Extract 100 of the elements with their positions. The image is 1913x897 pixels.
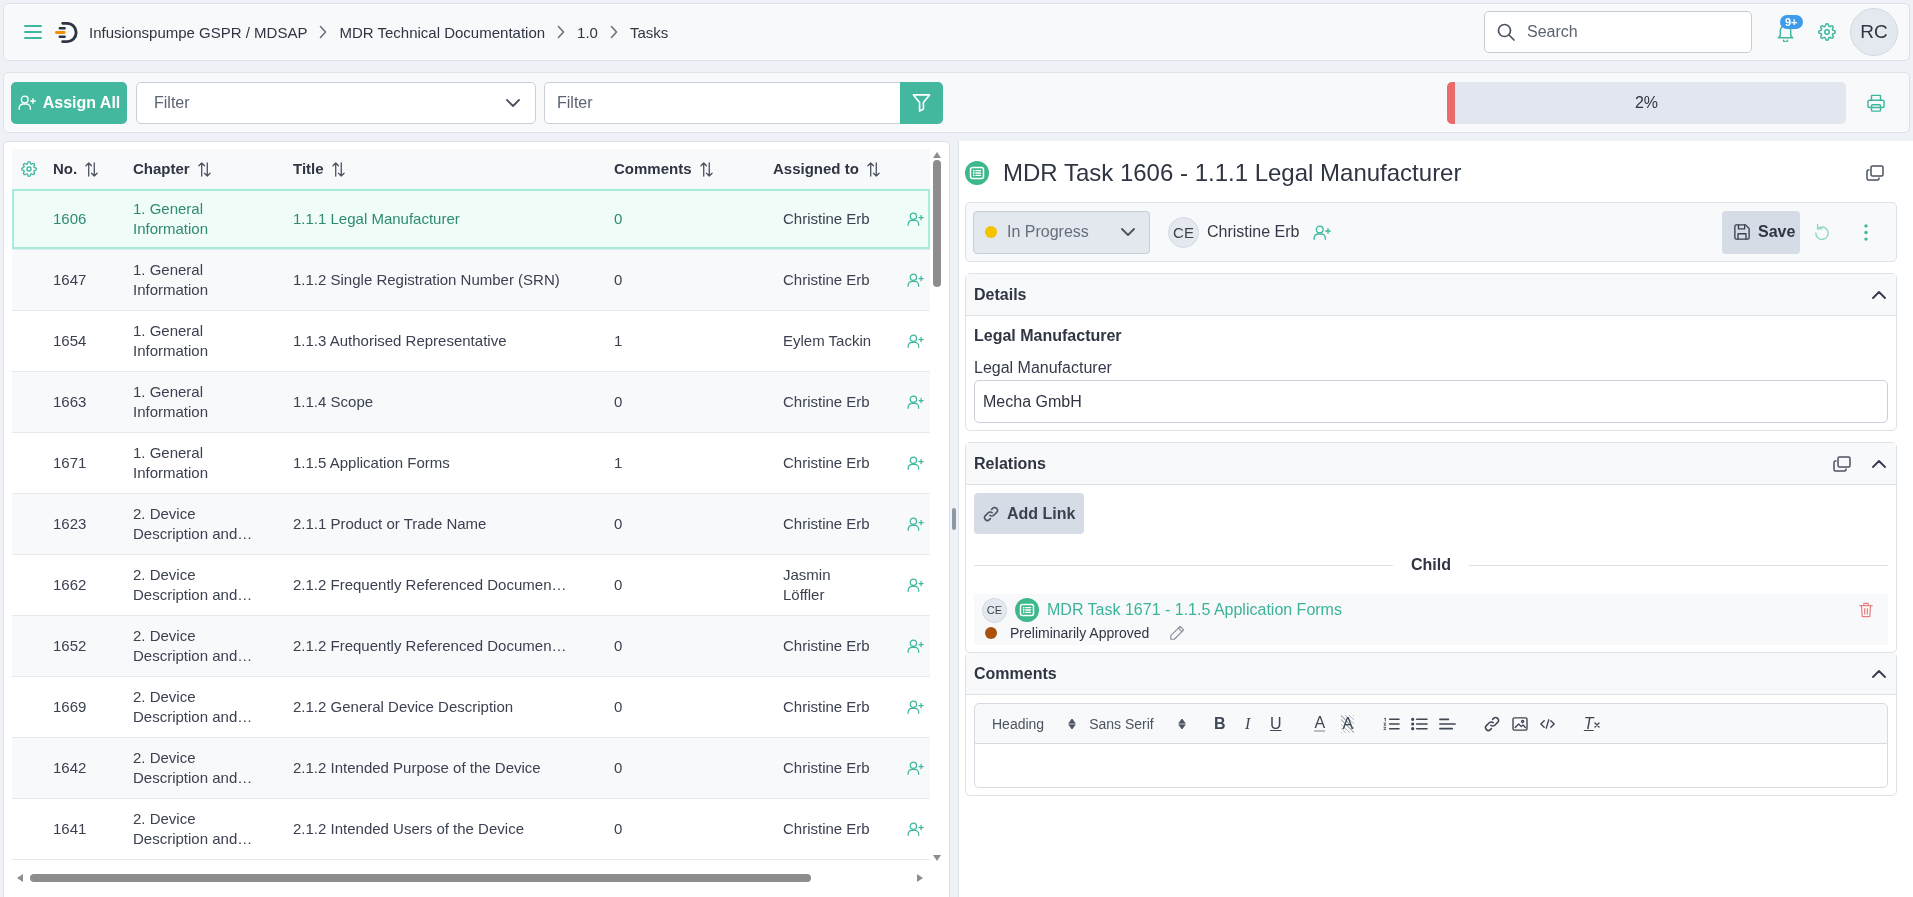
scrollbar-thumb[interactable] bbox=[933, 160, 941, 287]
sort-icon[interactable] bbox=[197, 161, 211, 177]
sort-icon[interactable] bbox=[699, 161, 713, 177]
splitter-handle[interactable] bbox=[952, 508, 956, 530]
save-button[interactable]: Save bbox=[1722, 210, 1800, 254]
ordered-list-icon[interactable] bbox=[1383, 716, 1401, 731]
user-plus-icon[interactable] bbox=[1313, 224, 1332, 240]
chevron-up-icon[interactable] bbox=[1872, 290, 1886, 299]
text-field[interactable]: Mecha GmbH bbox=[974, 380, 1888, 423]
table-row[interactable]: 1642 2. Device Description and… 2.1.2 Intended Purpose of the Device 0 Christine Erb bbox=[12, 738, 930, 799]
undo-icon[interactable] bbox=[1814, 223, 1830, 241]
scrollbar-thumb[interactable] bbox=[30, 874, 811, 882]
scroll-up-icon[interactable] bbox=[933, 152, 941, 158]
column-header[interactable]: Comments bbox=[614, 159, 713, 179]
column-header[interactable]: Chapter bbox=[133, 159, 211, 179]
code-icon[interactable] bbox=[1540, 718, 1556, 729]
user-plus-icon[interactable] bbox=[907, 517, 924, 531]
table-cell: 0 bbox=[614, 392, 623, 412]
new-window-icon[interactable] bbox=[1833, 455, 1851, 472]
table-row[interactable]: 1663 1. General Information 1.1.4 Scope 0 Christine Erb bbox=[12, 372, 930, 433]
clear-format-button[interactable]: T bbox=[1583, 714, 1600, 733]
table-cell-text: 2. Device Description and… bbox=[133, 565, 254, 605]
filter-dropdown[interactable]: Filter bbox=[136, 81, 536, 124]
filter-button[interactable] bbox=[900, 81, 943, 124]
scroll-left-icon[interactable] bbox=[17, 874, 23, 882]
assignee-name: Christine Erb bbox=[783, 758, 871, 778]
italic-button[interactable]: I bbox=[1245, 714, 1251, 733]
link-icon[interactable] bbox=[1483, 715, 1500, 732]
bullet-list-icon[interactable] bbox=[1411, 716, 1429, 731]
new-window-icon[interactable] bbox=[1866, 164, 1884, 181]
chevron-down-icon[interactable] bbox=[506, 98, 520, 107]
status-dropdown[interactable]: In Progress bbox=[973, 210, 1150, 254]
format-dropdown[interactable]: Sans Serif bbox=[1080, 715, 1190, 732]
table-cell: 1.1.5 Application Forms bbox=[293, 453, 450, 473]
user-plus-icon[interactable] bbox=[907, 334, 924, 348]
user-avatar[interactable]: RC bbox=[1850, 8, 1898, 56]
user-plus-icon[interactable] bbox=[907, 456, 924, 470]
comment-editor-field[interactable] bbox=[974, 744, 1888, 788]
format-dropdown[interactable]: Heading bbox=[983, 715, 1081, 732]
menu-icon[interactable] bbox=[24, 25, 42, 39]
column-header[interactable]: No. bbox=[53, 159, 99, 179]
table-cell: 0 bbox=[614, 758, 623, 778]
section-header[interactable]: Details bbox=[966, 274, 1896, 316]
sort-icon[interactable] bbox=[866, 161, 880, 177]
scroll-down-icon[interactable] bbox=[933, 855, 941, 861]
user-plus-icon[interactable] bbox=[907, 578, 924, 592]
underline-button[interactable]: U bbox=[1269, 714, 1282, 733]
chevron-up-icon[interactable] bbox=[1872, 669, 1886, 678]
list-icon bbox=[1015, 598, 1039, 622]
scroll-right-icon[interactable] bbox=[917, 874, 923, 882]
sort-icon[interactable] bbox=[331, 161, 345, 177]
progress-reading: 2% bbox=[1634, 93, 1659, 112]
align-left-icon[interactable] bbox=[1439, 716, 1457, 731]
table-row[interactable]: 1652 2. Device Description and… 2.1.2 Frequently Referenced Documen… 0 Christine Erb bbox=[12, 616, 930, 677]
user-plus-icon[interactable] bbox=[907, 822, 924, 836]
table-cell: 1.1.4 Scope bbox=[293, 392, 374, 412]
table-row[interactable]: 1623 2. Device Description and… 2.1.1 Product or Trade Name 0 Christine Erb bbox=[12, 494, 930, 555]
section-header[interactable]: Comments bbox=[966, 653, 1896, 695]
table-row[interactable]: 1641 2. Device Description and… 2.1.2 Intended Users of the Device 0 Christine Erb bbox=[12, 799, 930, 860]
filter-icon bbox=[912, 93, 931, 112]
column-header[interactable]: Title bbox=[293, 159, 345, 179]
table-row[interactable]: 1606 1. General Information 1.1.1 Legal Manufacturer 0 Christine Erb bbox=[12, 189, 930, 250]
chevron-up-icon[interactable] bbox=[1872, 459, 1886, 468]
breadcrumb-item[interactable]: Infusionspumpe GSPR / MDSAP bbox=[89, 23, 308, 41]
user-plus-icon[interactable] bbox=[907, 273, 924, 287]
table-cell: 0 bbox=[614, 209, 623, 229]
table-cell: 2.1.2 Frequently Referenced Documen… bbox=[293, 636, 567, 656]
user-plus-icon[interactable] bbox=[907, 700, 924, 714]
table-cell: 1654 bbox=[53, 331, 87, 351]
breadcrumb-item[interactable]: MDR Technical Documentation bbox=[339, 23, 546, 41]
trash-icon[interactable] bbox=[1859, 602, 1873, 618]
bold-button[interactable]: B bbox=[1213, 714, 1226, 733]
breadcrumb-item[interactable]: Tasks bbox=[629, 23, 669, 41]
column-header[interactable]: Assigned to bbox=[773, 159, 880, 179]
search-field[interactable]: Search bbox=[1484, 11, 1752, 53]
table-cell: 2.1.1 Product or Trade Name bbox=[293, 514, 487, 534]
user-plus-icon[interactable] bbox=[907, 639, 924, 653]
add-link-button[interactable]: Add Link bbox=[974, 493, 1084, 534]
table-cell-text: 1. General Information bbox=[133, 382, 210, 422]
user-plus-icon[interactable] bbox=[907, 212, 924, 226]
logo-icon[interactable] bbox=[55, 19, 80, 45]
section-header[interactable]: Relations bbox=[966, 443, 1896, 485]
more-vertical-icon[interactable] bbox=[1864, 223, 1868, 241]
user-plus-icon[interactable] bbox=[907, 395, 924, 409]
pencil-icon[interactable] bbox=[1169, 625, 1186, 641]
assignee-name: Christine Erb bbox=[1207, 223, 1300, 241]
sort-icon[interactable] bbox=[85, 161, 99, 177]
filter-field[interactable]: Filter bbox=[544, 81, 900, 124]
table-row[interactable]: 1647 1. General Information 1.1.2 Single Registration Number (SRN) 0 Christine Erb bbox=[12, 250, 930, 311]
text-color-button[interactable]: A bbox=[1314, 715, 1326, 732]
settings-icon[interactable] bbox=[1818, 23, 1836, 41]
table-cell: 1623 bbox=[53, 514, 87, 534]
user-plus-icon[interactable] bbox=[907, 761, 924, 775]
settings-icon[interactable] bbox=[20, 161, 37, 177]
user-plus-icon[interactable] bbox=[17, 95, 36, 110]
image-icon[interactable] bbox=[1511, 716, 1528, 731]
print-icon[interactable] bbox=[1867, 93, 1885, 112]
assignee-name: Christine Erb bbox=[783, 697, 871, 717]
highlight-button[interactable]: A bbox=[1341, 714, 1355, 733]
breadcrumb-item[interactable]: 1.0 bbox=[577, 23, 598, 41]
